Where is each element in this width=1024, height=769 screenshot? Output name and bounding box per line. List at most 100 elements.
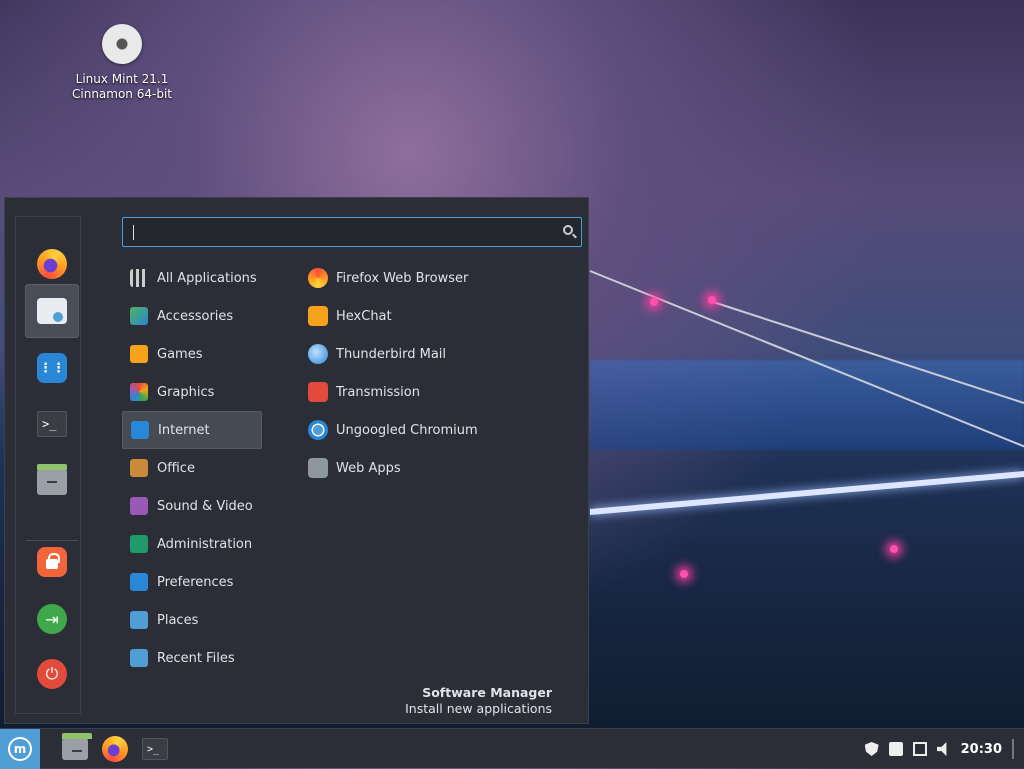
category-graphics[interactable]: Graphics <box>122 373 262 411</box>
application-menu: ⋮⋮ >_ ⇥ ⏻ All Applications Accessories Gam… <box>4 197 589 724</box>
search-icon <box>563 225 573 235</box>
category-label: Games <box>157 346 203 362</box>
desktop-icon-label-line1: Linux Mint 21.1 <box>75 72 169 86</box>
logout-icon: ⇥ <box>37 604 67 634</box>
system-tray: 20:30 <box>864 729 1024 769</box>
app-thunderbird-mail[interactable]: Thunderbird Mail <box>300 335 560 373</box>
category-label: Preferences <box>157 574 234 590</box>
app-label: HexChat <box>336 308 392 324</box>
panel-end-separator <box>1012 739 1014 759</box>
office-icon <box>130 459 148 477</box>
transmission-icon <box>308 382 328 402</box>
app-label: Transmission <box>336 384 420 400</box>
app-hexchat[interactable]: HexChat <box>300 297 560 335</box>
category-administration[interactable]: Administration <box>122 525 262 563</box>
wallpaper-reflection-light <box>890 545 898 553</box>
power-button[interactable]: ⏻ <box>25 647 79 701</box>
wallpaper-bridge-deck <box>590 471 1024 515</box>
application-list: Firefox Web Browser HexChat Thunderbird Ma… <box>300 259 560 487</box>
category-all-applications[interactable]: All Applications <box>122 259 262 297</box>
thunderbird-icon <box>308 344 328 364</box>
app-firefox-web-browser[interactable]: Firefox Web Browser <box>300 259 560 297</box>
app-label: Web Apps <box>336 460 401 476</box>
files-icon <box>62 733 92 760</box>
sound-video-icon <box>130 497 148 515</box>
app-ungoogled-chromium[interactable]: Ungoogled Chromium <box>300 411 560 449</box>
graphics-icon <box>130 383 148 401</box>
network-icon[interactable] <box>912 742 927 756</box>
category-label: Graphics <box>157 384 215 400</box>
firefox-icon <box>102 736 128 762</box>
favorite-software-manager-button[interactable] <box>25 284 79 338</box>
logout-button[interactable]: ⇥ <box>25 592 79 646</box>
app-label: Ungoogled Chromium <box>336 422 478 438</box>
folder-icon <box>130 611 148 629</box>
category-recent-files[interactable]: Recent Files <box>122 639 262 677</box>
category-label: Office <box>157 460 195 476</box>
favorite-settings-button[interactable]: ⋮⋮ <box>25 341 79 395</box>
panel-firefox-launcher[interactable] <box>100 734 130 764</box>
desktop-icon-label-line2: Cinnamon 64-bit <box>72 87 172 101</box>
search-input[interactable] <box>122 217 582 247</box>
terminal-icon: >_ <box>37 411 67 437</box>
wallpaper-bridge <box>589 240 1024 578</box>
files-icon <box>37 464 67 495</box>
terminal-icon: >_ <box>142 738 168 760</box>
linux-mint-logo-icon: m <box>8 737 32 761</box>
category-label: Internet <box>158 422 210 438</box>
notes-icon[interactable] <box>888 742 903 756</box>
games-icon <box>130 345 148 363</box>
administration-icon <box>130 535 148 553</box>
category-accessories[interactable]: Accessories <box>122 297 262 335</box>
app-transmission[interactable]: Transmission <box>300 373 560 411</box>
category-label: Places <box>157 612 199 628</box>
favorite-terminal-button[interactable]: >_ <box>25 397 79 451</box>
web-apps-icon <box>308 458 328 478</box>
software-manager-icon <box>37 298 67 324</box>
text-caret <box>133 225 134 240</box>
category-games[interactable]: Games <box>122 335 262 373</box>
preferences-icon <box>130 573 148 591</box>
category-label: Recent Files <box>157 650 235 666</box>
footer-app-description: Install new applications <box>405 701 552 716</box>
category-places[interactable]: Places <box>122 601 262 639</box>
category-label: Sound & Video <box>157 498 253 514</box>
wallpaper-tower-light <box>708 296 716 304</box>
app-label: Firefox Web Browser <box>336 270 469 286</box>
app-web-apps[interactable]: Web Apps <box>300 449 560 487</box>
disc-icon <box>102 24 142 64</box>
firefox-icon <box>308 268 328 288</box>
clock[interactable]: 20:30 <box>961 742 1002 757</box>
category-sound-video[interactable]: Sound & Video <box>122 487 262 525</box>
favorites-sidebar: ⋮⋮ >_ ⇥ ⏻ <box>15 216 81 714</box>
category-list: All Applications Accessories Games Graphics… <box>122 259 262 677</box>
category-preferences[interactable]: Preferences <box>122 563 262 601</box>
category-label: All Applications <box>157 270 257 286</box>
panel-files-launcher[interactable] <box>60 733 92 764</box>
lock-icon <box>37 547 67 577</box>
favorite-firefox-button[interactable] <box>25 237 79 291</box>
accessories-icon <box>130 307 148 325</box>
recent-files-icon <box>130 649 148 667</box>
footer-app-name: Software Manager <box>422 685 552 700</box>
wallpaper-city-lights <box>590 360 1024 450</box>
app-label: Thunderbird Mail <box>336 346 447 362</box>
internet-icon <box>131 421 149 439</box>
bottom-panel: m >_ 20:30 <box>0 728 1024 769</box>
menu-footer: Software Manager Install new application… <box>405 685 552 717</box>
category-internet[interactable]: Internet <box>122 411 262 449</box>
power-icon: ⏻ <box>37 659 67 689</box>
favorite-files-button[interactable] <box>25 455 79 509</box>
category-office[interactable]: Office <box>122 449 262 487</box>
grid-icon <box>130 269 148 287</box>
panel-terminal-launcher[interactable]: >_ <box>140 734 170 764</box>
category-label: Administration <box>157 536 253 552</box>
menu-button[interactable]: m <box>0 729 40 769</box>
shield-icon[interactable] <box>864 742 879 756</box>
firefox-icon <box>37 249 67 279</box>
category-label: Accessories <box>157 308 234 324</box>
desktop-disc-icon[interactable]: Linux Mint 21.1 Cinnamon 64-bit <box>64 24 180 102</box>
volume-icon[interactable] <box>936 742 947 756</box>
lock-screen-button[interactable] <box>25 535 79 589</box>
wallpaper-reflection-light <box>680 570 688 578</box>
